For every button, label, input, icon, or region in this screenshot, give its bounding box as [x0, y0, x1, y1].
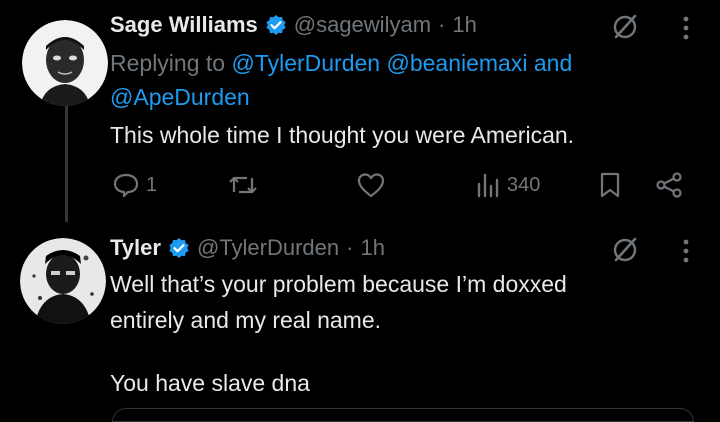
- author-name[interactable]: Tyler: [110, 235, 161, 261]
- mention-tylerdurden[interactable]: @TylerDurden: [231, 50, 380, 76]
- media-preview-edge[interactable]: [112, 408, 694, 422]
- share-icon[interactable]: [655, 171, 683, 199]
- tweet-2-text-line-1: Well that’s your problem because I’m dox…: [110, 271, 567, 297]
- thread-line: [65, 102, 68, 222]
- views-icon: [477, 173, 499, 198]
- dot-separator: ·: [346, 235, 354, 260]
- author-handle[interactable]: @TylerDurden: [197, 235, 339, 261]
- avatar-sage-williams[interactable]: [22, 20, 108, 106]
- more-icon[interactable]: [681, 237, 691, 265]
- tweet-1-header: Sage Williams @sagewilyam · 1h: [110, 10, 477, 40]
- like-icon: [357, 173, 385, 198]
- view-count: 340: [507, 173, 541, 196]
- dot-separator: ·: [438, 12, 446, 37]
- tweet-2-text-line-2: entirely and my real name.: [110, 307, 382, 333]
- grok-icon[interactable]: [611, 236, 639, 264]
- more-icon[interactable]: [681, 14, 691, 42]
- verified-icon: [169, 238, 189, 258]
- tweet-2-text-line-4: You have slave dna: [110, 370, 310, 396]
- like-button[interactable]: [357, 172, 385, 198]
- mention-apedurden[interactable]: @ApeDurden: [110, 84, 250, 110]
- author-handle[interactable]: @sagewilyam: [294, 12, 431, 38]
- grok-icon[interactable]: [611, 13, 639, 41]
- tweet-1-text: This whole time I thought you were Ameri…: [110, 122, 575, 148]
- timestamp[interactable]: 1h: [360, 235, 384, 261]
- verified-icon: [266, 15, 286, 35]
- replying-to-cont: @ApeDurden: [110, 82, 250, 113]
- avatar-tyler[interactable]: [20, 238, 106, 324]
- bookmark-icon[interactable]: [598, 171, 622, 199]
- retweet-button[interactable]: [228, 171, 258, 199]
- replying-to-label: Replying to: [110, 50, 226, 76]
- timestamp[interactable]: 1h: [452, 12, 476, 38]
- retweet-icon: [229, 176, 257, 194]
- author-name[interactable]: Sage Williams: [110, 12, 258, 38]
- tweet-2-header: Tyler @TylerDurden · 1h: [110, 233, 385, 263]
- reply-count: 1: [146, 173, 158, 196]
- mention-and[interactable]: and: [534, 50, 572, 76]
- mention-beaniemaxi[interactable]: @beaniemaxi: [386, 50, 527, 76]
- reply-icon: [113, 173, 139, 198]
- reply-button[interactable]: 1: [112, 171, 157, 199]
- replying-to: Replying to @TylerDurden @beaniemaxi and: [110, 48, 572, 79]
- views-button[interactable]: 340: [475, 172, 540, 198]
